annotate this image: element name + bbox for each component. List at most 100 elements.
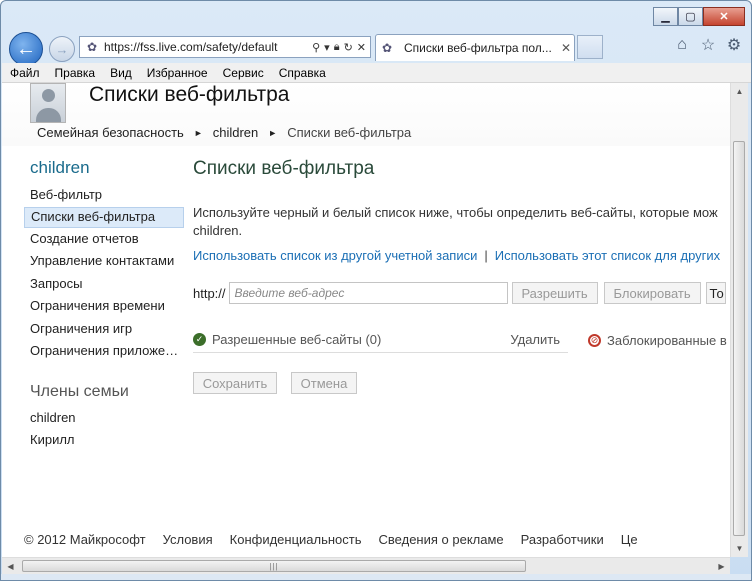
footer-link-terms[interactable]: Условия xyxy=(163,532,213,547)
extra-button[interactable]: То xyxy=(705,282,726,304)
form-actions: Сохранить Отмена xyxy=(193,372,357,394)
page-title: Списки веб-фильтра xyxy=(89,83,290,106)
sidebar-item-game-restrictions[interactable]: Ограничения игр xyxy=(24,318,184,341)
sidebar-user-title[interactable]: children xyxy=(30,158,184,180)
title-bar: ▁ ▢ ✕ xyxy=(1,1,751,31)
main-panel: Списки веб-фильтра Используйте черный и … xyxy=(193,158,730,394)
minimize-button[interactable]: ▁ xyxy=(653,7,678,26)
back-button[interactable]: ← xyxy=(9,32,43,66)
menu-tools[interactable]: Сервис xyxy=(223,66,264,80)
tab-active[interactable]: ✿ Списки веб-фильтра пол... ✕ xyxy=(375,34,575,61)
list-links: Использовать список из другой учетной за… xyxy=(193,248,730,263)
tab-title: Списки веб-фильтра пол... xyxy=(404,41,552,55)
vertical-scroll-thumb[interactable] xyxy=(733,141,745,536)
menu-edit[interactable]: Правка xyxy=(55,66,96,80)
breadcrumb-user[interactable]: children xyxy=(213,125,259,140)
menu-view[interactable]: Вид xyxy=(110,66,132,80)
allow-button[interactable]: Разрешить xyxy=(511,282,598,304)
family-member-item[interactable]: Кирилл xyxy=(30,432,75,447)
section-title: Списки веб-фильтра xyxy=(193,158,375,179)
blocked-icon: ⊘ xyxy=(588,333,601,347)
favorites-star-icon[interactable]: ☆ xyxy=(699,36,717,54)
page-header: Списки веб-фильтра Семейная безопасность… xyxy=(2,83,730,146)
dropdown-arrow-icon[interactable]: ▾ xyxy=(324,41,330,54)
menu-bar: Файл Правка Вид Избранное Сервис Справка xyxy=(2,63,751,83)
delete-link[interactable]: Удалить xyxy=(510,332,560,347)
menu-favorites[interactable]: Избранное xyxy=(147,66,208,80)
user-silhouette-icon xyxy=(42,89,55,102)
footer-link-privacy[interactable]: Конфиденциальность xyxy=(230,532,362,547)
menu-help[interactable]: Справка xyxy=(279,66,326,80)
allowed-sites-label: Разрешенные веб-сайты (0) xyxy=(212,332,382,347)
copyright: © 2012 Майкрософт xyxy=(24,532,146,547)
description-line: children. xyxy=(193,223,243,238)
allowed-sites-header: ✓ Разрешенные веб-сайты (0) Удалить xyxy=(193,327,568,353)
web-lists-header: ✓ Разрешенные веб-сайты (0) Удалить ⊘ За… xyxy=(193,327,730,353)
browser-window: ▁ ▢ ✕ ← → ✿ https://fss.live.com/safety/… xyxy=(0,0,752,581)
navigation-bar: ← → ✿ https://fss.live.com/safety/defaul… xyxy=(1,31,751,66)
description-line: Используйте черный и белый список ниже, … xyxy=(193,205,718,220)
breadcrumb-separator-icon: ► xyxy=(193,127,203,138)
address-url[interactable]: https://fss.live.com/safety/default xyxy=(104,40,308,54)
horizontal-scrollbar[interactable]: ◀ ||| ▶ xyxy=(2,557,730,575)
window-controls: ▁ ▢ ✕ xyxy=(653,7,745,26)
link-separator: | xyxy=(484,248,488,263)
save-button[interactable]: Сохранить xyxy=(193,372,277,394)
breadcrumb: Семейная безопасность ► children ► Списк… xyxy=(37,125,411,140)
tab-favicon-icon: ✿ xyxy=(382,41,393,55)
stop-icon[interactable]: ✕ xyxy=(357,41,366,54)
gear-icon[interactable]: ⚙ xyxy=(725,36,743,54)
blocked-sites-header: ⊘ Заблокированные в xyxy=(588,327,727,353)
sidebar-item-web-filter[interactable]: Веб-фильтр xyxy=(24,184,184,207)
protocol-label: http:// xyxy=(193,285,226,301)
vertical-scrollbar[interactable]: ▲ ▼ xyxy=(730,83,748,557)
add-url-row: http:// Введите веб-адрес Разрешить Блок… xyxy=(193,282,726,304)
footer-link-developers[interactable]: Разработчики xyxy=(521,532,604,547)
lock-icon[interactable]: 🔒︎ xyxy=(334,41,340,54)
blocked-sites-label: Заблокированные в xyxy=(607,332,727,348)
sidebar-item-app-restrictions[interactable]: Ограничения приложений xyxy=(24,340,184,363)
browser-tools: ⌂ ☆ ⚙ xyxy=(673,36,743,54)
page-footer: © 2012 Майкрософт Условия Конфиденциальн… xyxy=(24,532,655,547)
close-tab-icon[interactable]: ✕ xyxy=(558,41,574,55)
scroll-down-arrow-icon[interactable]: ▼ xyxy=(731,540,748,557)
sidebar: children Веб-фильтр Списки веб-фильтра С… xyxy=(24,158,184,363)
close-window-button[interactable]: ✕ xyxy=(703,7,745,26)
sidebar-item-requests[interactable]: Запросы xyxy=(24,273,184,296)
sidebar-item-contacts[interactable]: Управление контактами xyxy=(24,250,184,273)
address-bar[interactable]: ✿ https://fss.live.com/safety/default ⚲ … xyxy=(79,36,371,58)
breadcrumb-current: Списки веб-фильтра xyxy=(287,125,412,140)
cancel-button[interactable]: Отмена xyxy=(291,372,357,394)
scroll-left-arrow-icon[interactable]: ◀ xyxy=(2,558,19,575)
refresh-icon[interactable]: ↻ xyxy=(344,41,353,54)
footer-link-more[interactable]: Це xyxy=(621,532,638,547)
family-members-title: Члены семьи xyxy=(30,383,129,400)
family-member-item[interactable]: children xyxy=(30,410,76,425)
forward-button[interactable]: → xyxy=(49,36,75,62)
horizontal-scroll-thumb[interactable]: ||| xyxy=(22,560,526,572)
arrow-left-icon: ← xyxy=(16,37,36,60)
menu-file[interactable]: Файл xyxy=(10,66,40,80)
footer-link-ads[interactable]: Сведения о рекламе xyxy=(379,532,504,547)
web-address-input[interactable]: Введите веб-адрес xyxy=(228,282,508,304)
scroll-right-arrow-icon[interactable]: ▶ xyxy=(713,558,730,575)
page-content: Списки веб-фильтра Семейная безопасность… xyxy=(2,83,730,557)
status-bar xyxy=(1,574,751,580)
avatar xyxy=(30,83,66,123)
breadcrumb-family-safety[interactable]: Семейная безопасность xyxy=(37,125,184,140)
use-list-for-others-link[interactable]: Использовать этот список для других xyxy=(495,248,720,263)
arrow-right-icon: → xyxy=(55,41,69,57)
use-other-account-list-link[interactable]: Использовать список из другой учетной за… xyxy=(193,248,477,263)
maximize-button[interactable]: ▢ xyxy=(678,7,703,26)
sidebar-item-web-filter-lists[interactable]: Списки веб-фильтра xyxy=(24,206,184,228)
sidebar-item-reports[interactable]: Создание отчетов xyxy=(24,228,184,251)
sidebar-item-time-limits[interactable]: Ограничения времени xyxy=(24,295,184,318)
breadcrumb-separator-icon: ► xyxy=(268,127,278,138)
new-tab-button[interactable] xyxy=(577,35,603,59)
block-button[interactable]: Блокировать xyxy=(603,282,701,304)
search-icon[interactable]: ⚲ xyxy=(312,41,320,54)
home-icon[interactable]: ⌂ xyxy=(673,36,691,54)
check-icon: ✓ xyxy=(193,333,206,346)
site-favicon-icon: ✿ xyxy=(86,40,98,54)
scroll-up-arrow-icon[interactable]: ▲ xyxy=(731,83,748,100)
